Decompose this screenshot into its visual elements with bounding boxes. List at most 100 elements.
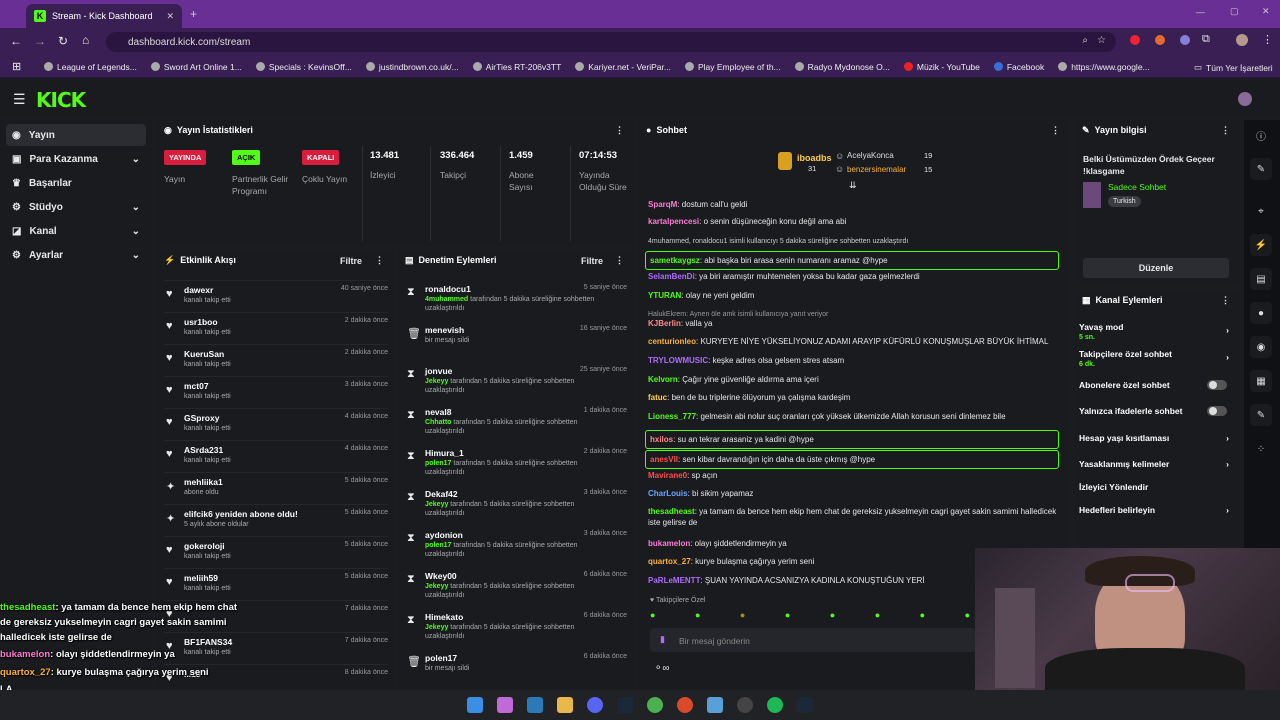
browser-tab[interactable]: K Stream - Kick Dashboard ✕ [26,4,182,28]
forward-icon[interactable]: → [34,34,46,48]
chat-username[interactable]: centurionleo [648,337,696,346]
moderated-user[interactable]: Himekato [425,612,463,622]
moderated-user[interactable]: polen17 [425,653,457,663]
copilot-icon[interactable] [497,697,513,713]
broadcast-icon[interactable]: ◉ [1250,336,1272,358]
bookmark-star-icon[interactable]: ☆ [1097,35,1106,46]
chat-username[interactable]: SparqM [648,200,677,209]
toggle-switch[interactable] [1207,380,1227,390]
steam-icon[interactable] [617,697,633,713]
activity-user[interactable]: ASrda231 [184,445,223,455]
chat-username[interactable]: hxilos [650,435,673,444]
bookmark-item[interactable]: Play Employee of th... [684,62,781,72]
activity-user[interactable]: usr1boo [184,317,218,327]
extension-icon[interactable] [1155,35,1165,45]
profile-avatar[interactable] [1236,34,1248,46]
chat-username[interactable]: SelamBenDi [648,272,695,281]
bookmark-item[interactable]: AirTies RT-206v3TT [472,62,561,72]
moderated-user[interactable]: Himura_1 [425,448,464,458]
chat-username[interactable]: Mavirane0 [648,471,687,480]
panel-menu-icon[interactable]: ⋮ [375,255,384,266]
discord-icon[interactable] [587,697,603,713]
bookmark-item[interactable]: Radyo Mydonose O... [794,62,890,72]
emote-icon[interactable]: ● [650,610,655,624]
moderator-name[interactable]: Chhatto [425,419,451,426]
back-icon[interactable]: ← [10,34,22,48]
home-icon[interactable]: ⌂ [82,33,89,47]
bookmark-item[interactable]: League of Legends... [44,62,137,72]
sliders-icon[interactable]: ▦ [1250,370,1272,392]
gifter-name[interactable]: benzersinemalar [847,165,906,174]
chrome-icon[interactable] [647,697,663,713]
panel-menu-icon[interactable]: ⋮ [1221,295,1230,306]
panel-menu-icon[interactable]: ⋮ [615,255,624,266]
filter-button[interactable]: Filtre [340,256,362,266]
spotify-icon[interactable] [767,697,783,713]
extension-icon[interactable] [1180,35,1190,45]
app-icon[interactable] [737,697,753,713]
chat-username[interactable]: fatuc [648,393,667,402]
photos-icon[interactable] [707,697,723,713]
chat-username[interactable]: kartalpencesi [648,217,699,226]
sidebar-item-achievements[interactable]: ♛ Başarılar [6,172,146,194]
activity-user[interactable]: elifcik6 yeniden abone oldu! [184,509,298,519]
moderator-name[interactable]: Jekeyy [425,624,448,631]
moderator-name[interactable]: Jekeyy [425,501,448,508]
reload-icon[interactable]: ↻ [58,34,68,48]
chat-username[interactable]: sametkaygsz [650,256,700,265]
top-gifter-name[interactable]: iboadbs [797,153,832,163]
sidebar-item-stream[interactable]: ◉ Yayın [6,124,146,146]
activity-user[interactable]: KueruSan [184,349,224,359]
moderated-user[interactable]: neval8 [425,407,451,417]
moderated-user[interactable]: ronaldocu1 [425,284,471,294]
chat-username[interactable]: Lioness_777 [648,412,696,421]
zoom-icon[interactable]: ⌕ [1082,35,1088,46]
chat-username[interactable]: KJBerlin [648,319,681,328]
bookmark-item[interactable]: https://www.google... [1058,62,1150,72]
chat-username[interactable]: Kelvorn [648,375,678,384]
moderator-name[interactable]: 4muhammed [425,296,468,303]
moderator-name[interactable]: Jekeyy [425,583,448,590]
shield-icon[interactable]: ▤ [1250,268,1272,290]
focus-icon[interactable]: ⌖ [1250,200,1272,222]
panel-menu-icon[interactable]: ⋮ [1221,125,1230,136]
chat-username[interactable]: PaRLeMENTT [648,576,700,585]
start-icon[interactable] [467,697,483,713]
chat-input[interactable]: ▮ Bir mesaj gönderin [650,628,975,652]
activity-user[interactable]: mct07 [184,381,209,391]
emote-icon[interactable]: ● [830,610,835,624]
raid-row[interactable]: İzleyici Yönlendir [1079,482,1235,492]
moderated-user[interactable]: aydonion [425,530,463,540]
extensions-puzzle-icon[interactable]: ⧉ [1202,33,1210,46]
apps-grid-icon[interactable]: ⊞ [12,60,21,73]
sidebar-item-monetization[interactable]: ▣ Para Kazanma ⌄ [6,148,146,170]
pin-chevron-icon[interactable]: ⇊ [849,180,857,191]
bookmark-item[interactable]: Facebook [993,62,1044,72]
moderated-user[interactable]: Dekaf42 [425,489,458,499]
account-age-row[interactable]: Hesap yaşı kısıtlaması › [1079,433,1235,443]
filter-button[interactable]: Filtre [581,256,603,266]
wrench-icon[interactable]: ✎ [1250,404,1272,426]
chat-bubble-icon[interactable]: ● [1250,302,1272,324]
user-avatar[interactable] [1238,92,1252,106]
bookmark-item[interactable]: Kariyer.net - VeriPar... [575,62,671,72]
sidebar-item-studio[interactable]: ⚙ Stüdyo ⌄ [6,196,146,218]
hamburger-menu-icon[interactable]: ☰ [13,91,26,108]
goals-row[interactable]: Hedefleri belirleyin › [1079,505,1235,515]
emote-icon[interactable]: ● [875,610,880,624]
moderator-name[interactable]: polen17 [425,460,451,467]
close-tab-icon[interactable]: ✕ [166,11,174,22]
gifter-name[interactable]: AcelyaKonca [847,151,894,160]
bookmark-item[interactable]: Müzik - YouTube [903,62,980,72]
file-explorer-icon[interactable] [557,697,573,713]
chat-username[interactable]: anesVIl [650,455,678,464]
lightning-icon[interactable]: ⚡ [1250,234,1272,256]
activity-user[interactable]: GSproxy [184,413,219,423]
emotes-only-row[interactable]: Yalnızca ifadelerle sohbet [1079,406,1235,416]
moderated-user[interactable]: Wkey00 [425,571,457,581]
panel-menu-icon[interactable]: ⋮ [615,125,624,136]
new-tab-icon[interactable]: + [190,7,197,21]
activity-user[interactable]: meliih59 [184,573,218,583]
bookmark-item[interactable]: Specials : KevinsOff... [255,62,352,72]
bookmark-item[interactable]: Sword Art Online 1... [150,62,242,72]
